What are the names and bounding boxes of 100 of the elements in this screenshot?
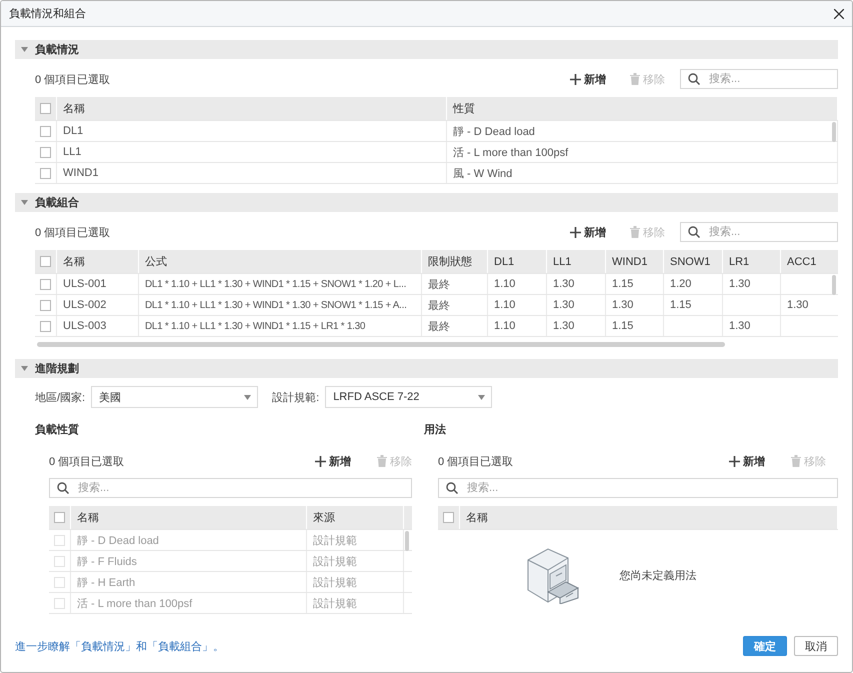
table-cell: 最終 xyxy=(422,316,488,336)
table-cell: 設計規範 xyxy=(307,530,404,550)
table-cell: 1.10 xyxy=(488,274,547,294)
search-icon xyxy=(446,482,458,494)
selection-count: 0 個項目已選取 xyxy=(49,454,126,468)
section-title: 進階規劃 xyxy=(35,362,79,376)
table-cell: 1.15 xyxy=(606,274,664,294)
table-cell: 1.10 xyxy=(488,316,547,336)
trash-icon xyxy=(791,455,801,467)
table-cell: 1.30 xyxy=(547,316,606,336)
search-icon xyxy=(688,226,700,238)
checkbox[interactable] xyxy=(54,512,65,523)
column-header[interactable]: DL1 xyxy=(488,250,547,273)
checkbox[interactable] xyxy=(40,126,51,136)
table-cell: 靜 - D Dead load xyxy=(71,530,307,550)
cancel-button[interactable]: 取消 xyxy=(794,636,838,656)
add-button[interactable]: 新增 xyxy=(570,72,606,86)
table-cell: ULS-003 xyxy=(57,316,139,336)
add-button[interactable]: 新增 xyxy=(729,454,765,468)
checkbox[interactable] xyxy=(443,512,454,523)
caret-icon[interactable] xyxy=(21,200,28,205)
add-button[interactable]: 新增 xyxy=(315,454,351,468)
plus-icon xyxy=(570,74,581,84)
table-cell: 1.30 xyxy=(547,274,606,294)
checkbox[interactable] xyxy=(40,168,51,178)
column-header[interactable]: 性質 xyxy=(447,97,838,120)
section-header[interactable]: 進階規劃 xyxy=(15,359,838,378)
caret-icon[interactable] xyxy=(478,394,486,400)
scrollbar[interactable] xyxy=(832,275,836,295)
table-cell: ULS-001 xyxy=(57,274,139,294)
column-header[interactable]: 名稱 xyxy=(71,506,307,529)
column-header[interactable]: 公式 xyxy=(139,250,422,273)
checkbox[interactable] xyxy=(40,146,51,158)
table-cell: LL1 xyxy=(57,142,447,162)
table-cell: 1.30 xyxy=(781,295,838,315)
table-cell: 靜 - F Fluids xyxy=(71,551,307,571)
search-field[interactable]: 搜索... xyxy=(49,478,412,498)
table-cell: 1.10 xyxy=(488,295,547,315)
selection-count: 0 個項目已選取 xyxy=(35,226,112,240)
table-cell: DL1 * 1.10 + LL1 * 1.30 + WIND1 * 1.30 + SNOW1 * 1.15 + A... xyxy=(139,295,422,315)
table-cell: ULS-002 xyxy=(57,295,139,315)
caret-icon[interactable] xyxy=(244,394,252,400)
search-field[interactable]: 搜索... xyxy=(680,222,838,242)
column-header[interactable]: 名稱 xyxy=(57,97,447,120)
table-cell: 1.15 xyxy=(664,295,723,315)
column-header[interactable]: 來源 xyxy=(307,506,404,529)
caret-icon[interactable] xyxy=(21,366,28,371)
search-field[interactable]: 搜索... xyxy=(680,69,838,89)
checkbox[interactable] xyxy=(40,103,51,114)
region-dropdown[interactable]: 美國 xyxy=(91,386,258,408)
table-cell: 活 - L more than 100psf xyxy=(71,593,307,613)
section-title: 負載組合 xyxy=(35,196,79,210)
plus-icon xyxy=(570,226,581,238)
column-header[interactable]: SNOW1 xyxy=(664,250,723,273)
column-header[interactable]: ACC1 xyxy=(781,250,838,273)
design-code-dropdown[interactable]: LRFD ASCE 7-22 xyxy=(325,386,492,408)
trash-icon xyxy=(630,226,640,238)
section-header[interactable]: 負載組合 xyxy=(15,193,838,212)
checkbox[interactable] xyxy=(40,320,51,332)
table-cell: 活 - L more than 100psf xyxy=(447,142,838,162)
column-header[interactable]: LR1 xyxy=(723,250,781,273)
table-cell: DL1 xyxy=(57,121,447,141)
scrollbar[interactable] xyxy=(37,342,725,347)
table-cell: DL1 * 1.10 + LL1 * 1.30 + WIND1 * 1.15 + LR1 * 1.30 xyxy=(139,316,422,336)
checkbox[interactable] xyxy=(40,300,51,310)
help-link[interactable]: 進一步瞭解「負載情況」和「負載組合」。 xyxy=(15,638,743,654)
table-cell: 最終 xyxy=(422,295,488,315)
table-cell: WIND1 xyxy=(57,163,447,183)
table-cell: 1.30 xyxy=(723,316,781,336)
table-cell: 1.30 xyxy=(547,295,606,315)
table-cell: 1.30 xyxy=(723,274,781,294)
search-icon xyxy=(688,73,700,85)
plus-icon xyxy=(315,456,326,466)
table-cell: DL1 * 1.10 + LL1 * 1.30 + WIND1 * 1.15 + SNOW1 * 1.20 + L... xyxy=(139,274,422,294)
trash-icon xyxy=(377,455,387,467)
table-cell: 最終 xyxy=(422,274,488,294)
column-header[interactable]: 限制狀態 xyxy=(422,250,488,273)
caret-icon[interactable] xyxy=(21,47,28,52)
table-cell: 設計規範 xyxy=(307,593,404,613)
trash-icon xyxy=(630,73,640,85)
column-header[interactable]: 名稱 xyxy=(57,250,139,273)
subsection-title: 負載性質 xyxy=(35,422,80,438)
window-title: 負載情況和組合 xyxy=(9,7,86,21)
field-label: 地區/國家: xyxy=(35,390,86,404)
table-cell: 風 - W Wind xyxy=(447,163,838,183)
field-label: 設計規範: xyxy=(272,390,320,404)
empty-message: 您尚未定義用法 xyxy=(620,568,696,582)
close-button[interactable] xyxy=(834,8,844,18)
add-button[interactable]: 新增 xyxy=(570,224,606,240)
column-header[interactable]: LL1 xyxy=(547,250,606,273)
section-header[interactable]: 負載情況 xyxy=(15,40,838,59)
selection-count: 0 個項目已選取 xyxy=(35,72,112,86)
checkbox[interactable] xyxy=(40,278,51,290)
column-header[interactable]: WIND1 xyxy=(606,250,664,273)
table-cell: 1.20 xyxy=(664,274,723,294)
table-cell: 設計規範 xyxy=(307,551,404,571)
search-field[interactable]: 搜索... xyxy=(438,478,838,498)
section-title: 負載情況 xyxy=(35,42,79,57)
checkbox[interactable] xyxy=(40,256,51,267)
table-cell: 設計規範 xyxy=(307,572,404,592)
